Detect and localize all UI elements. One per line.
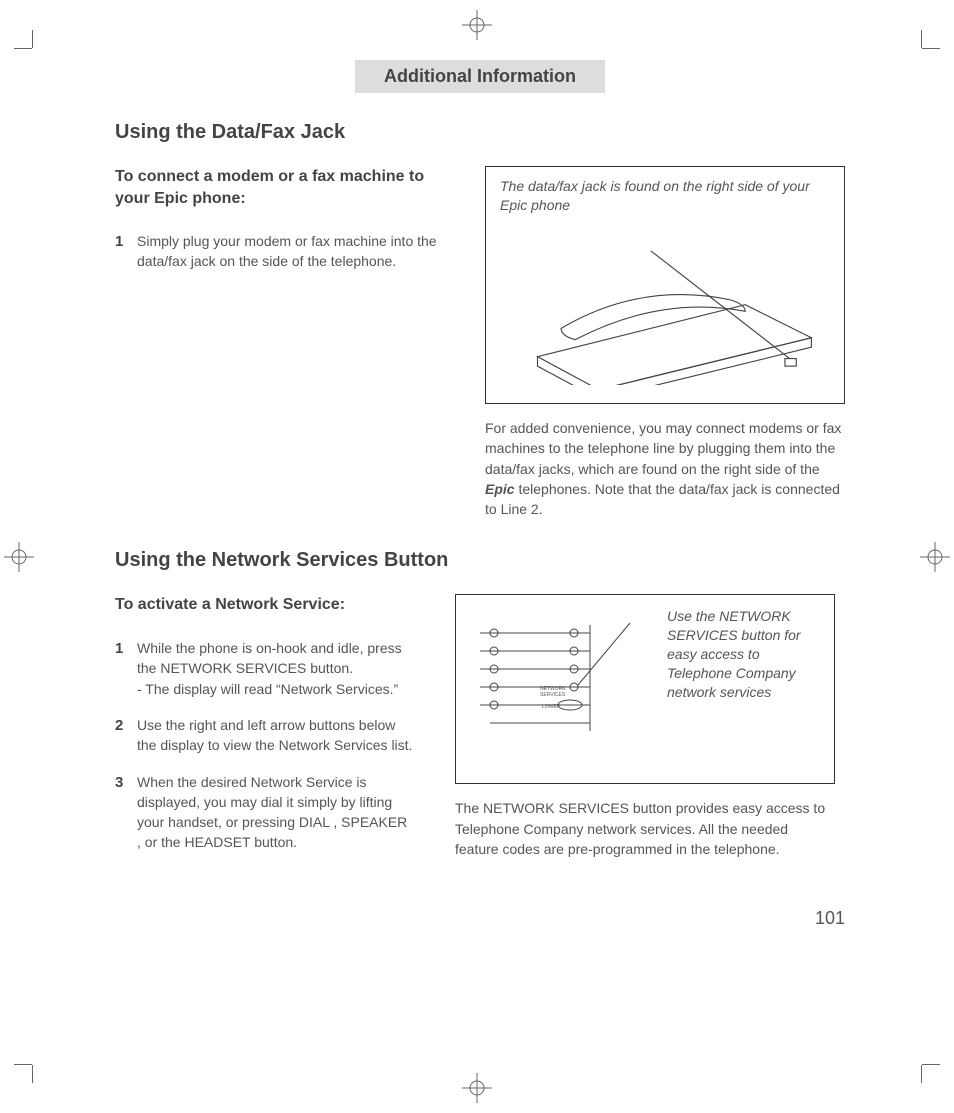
section-title: Using the Network Services Button (115, 549, 845, 572)
step-text: Use the right and left arrow buttons bel… (137, 715, 415, 756)
crop-mark (32, 1065, 33, 1083)
figure-caption: Use the NETWORK SERVICES button for easy… (667, 607, 822, 701)
crop-mark (32, 30, 33, 48)
keypad-illustration-icon: NETWORK SERVICES LOWER (470, 605, 640, 755)
chapter-header: Additional Information (355, 60, 605, 93)
button-label: SERVICES (540, 692, 566, 698)
step-item: 3 When the desired Network Service is di… (115, 772, 415, 853)
figure-box: Use the NETWORK SERVICES button for easy… (455, 594, 835, 784)
body-paragraph: The NETWORK SERVICES button provides eas… (455, 798, 835, 859)
step-text: Simply plug your modem or fax machine in… (137, 231, 445, 272)
section-subtitle: To connect a modem or a fax machine to y… (115, 166, 445, 209)
body-text-em: Epic (485, 481, 515, 497)
figure-box: The data/fax jack is found on the right … (485, 166, 845, 404)
section-subtitle: To activate a Network Service: (115, 594, 415, 616)
registration-mark-icon (920, 542, 950, 572)
crop-mark (14, 1064, 32, 1065)
step-number: 2 (115, 715, 137, 756)
registration-mark-icon (462, 1073, 492, 1103)
step-number: 3 (115, 772, 137, 853)
crop-mark (922, 1064, 940, 1065)
step-item: 2 Use the right and left arrow buttons b… (115, 715, 415, 756)
body-text: tele­phones. Note that the data/fax jack… (485, 481, 840, 517)
page-number: 101 (815, 908, 845, 929)
crop-mark (921, 1065, 922, 1083)
step-item: 1 Simply plug your modem or fax machine … (115, 231, 445, 272)
registration-mark-icon (462, 10, 492, 40)
button-label: LOWER (542, 704, 561, 710)
body-paragraph: For added convenience, you may connect m… (485, 418, 845, 519)
phone-illustration-icon (500, 215, 830, 385)
registration-mark-icon (4, 542, 34, 572)
step-number: 1 (115, 231, 137, 272)
figure-caption: The data/fax jack is found on the right … (500, 177, 830, 215)
crop-mark (921, 30, 922, 48)
body-text: For added convenience, you may connect m… (485, 420, 841, 477)
step-number: 1 (115, 638, 137, 699)
step-text: When the desired Network Service is disp… (137, 772, 415, 853)
crop-mark (14, 48, 32, 49)
step-text: While the phone is on-hook and idle, pre… (137, 638, 415, 699)
step-item: 1 While the phone is on-hook and idle, p… (115, 638, 415, 699)
section-title: Using the Data/Fax Jack (115, 121, 845, 144)
crop-mark (922, 48, 940, 49)
